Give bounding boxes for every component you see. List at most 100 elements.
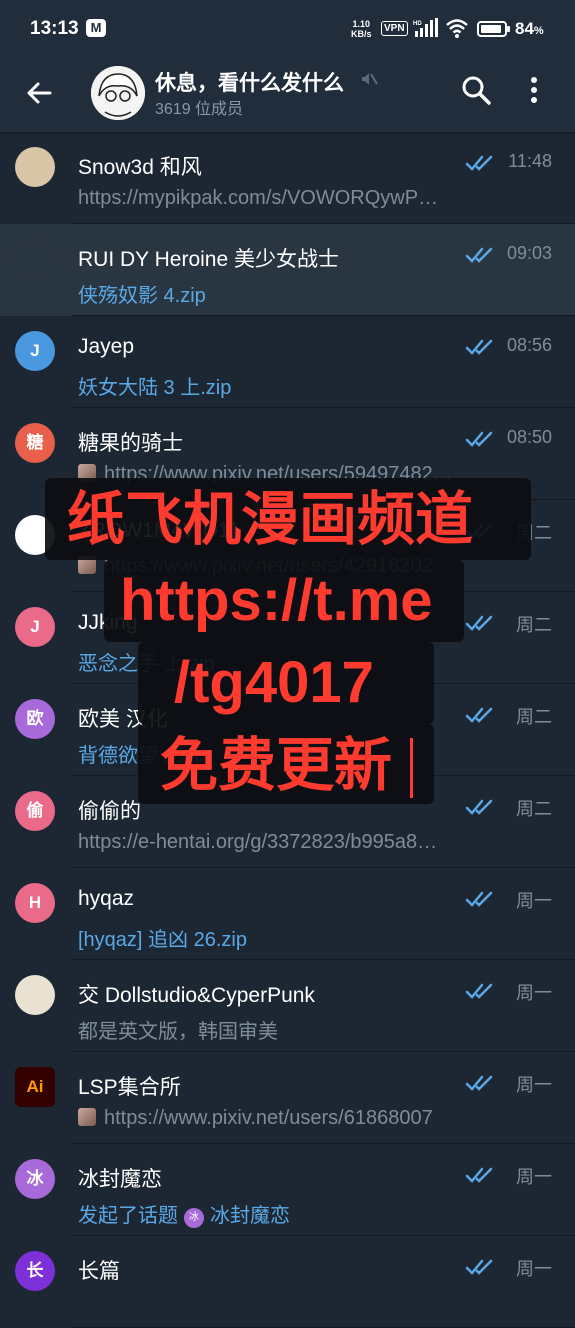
net-speed-unit: KB/s (351, 29, 372, 39)
chat-name: Jayep (78, 335, 135, 358)
chat-last-message: https://mypikpak.com/s/VOWORQywP… (78, 187, 548, 210)
chat-time: 08:50 (506, 427, 552, 447)
search-icon[interactable] (459, 73, 493, 107)
double-check-icon (465, 799, 493, 815)
double-check-icon (465, 983, 493, 999)
chat-avatar[interactable] (15, 239, 55, 279)
battery-unit: % (533, 25, 544, 37)
svg-text:HD: HD (413, 21, 422, 27)
battery-percent: 84% (515, 19, 544, 39)
chat-row[interactable]: Hhyqaz [hyqaz] 追凶 26.zip 周一 (0, 868, 575, 960)
chat-avatar[interactable]: J (15, 607, 55, 647)
chat-time: 周一 (516, 1075, 552, 1095)
chat-name: 冰封魔恋 (78, 1168, 162, 1191)
chat-avatar[interactable]: 欧 (15, 699, 55, 739)
battery-icon (477, 21, 510, 37)
chat-time: 08:56 (506, 335, 552, 355)
double-check-icon (465, 1259, 493, 1275)
chat-last-message-text: 妖女大陆 3 上.zip (78, 377, 232, 399)
chat-time: 周二 (516, 615, 552, 635)
member-count: 3619 位成员 (155, 101, 244, 118)
chat-row[interactable]: 交 Dollstudio&CyperPunk 都是英文版，韩国审美 周一 (0, 960, 575, 1052)
double-check-icon (465, 431, 493, 447)
overlay-line-1: 纸飞机漫画频道 (67, 487, 474, 552)
chat-avatar[interactable] (15, 147, 55, 187)
chat-avatar[interactable]: Ai (15, 1067, 55, 1107)
chat-last-message-text: https://www.pixiv.net/users/61868007 (104, 1107, 433, 1129)
overlay-line-2: https://t.me (120, 568, 433, 633)
chat-row[interactable]: J Jayep 妖女大陆 3 上.zip 08:56 (0, 316, 575, 408)
chat-last-message: https://e-hentai.org/g/3372823/b995a8… (78, 831, 548, 854)
double-check-icon (465, 1167, 493, 1183)
back-arrow-icon[interactable] (22, 76, 56, 110)
battery-value: 84 (515, 19, 534, 38)
net-speed-value: 1.10 (352, 19, 371, 29)
chat-row[interactable]: 冰冰封魔恋 发起了话题冰冰封魔恋 周一 (0, 1144, 575, 1236)
chat-name: RUI DY Heroine 美少女战士 (78, 248, 340, 271)
chat-time: 11:48 (508, 151, 552, 171)
double-check-icon (465, 615, 493, 631)
text-cursor (410, 738, 413, 798)
chat-avatar[interactable]: 偷 (15, 791, 55, 831)
chat-name: Snow3d 和风 (78, 156, 202, 179)
chat-name: hyqaz (78, 887, 135, 910)
chat-avatar[interactable]: 长 (15, 1251, 55, 1291)
chat-last-message-text: https://mypikpak.com/s/VOWORQywP… (78, 187, 439, 209)
overlay-line-3: /tg4017 (174, 650, 374, 715)
double-check-icon (465, 707, 493, 723)
chat-avatar[interactable]: 糖 (15, 423, 55, 463)
chat-row[interactable]: Snow3d 和风 https://mypikpak.com/s/VOWORQyw… (0, 132, 575, 224)
chat-time: 周一 (516, 1167, 552, 1187)
chat-avatar[interactable]: J (15, 331, 55, 371)
chat-time: 周一 (516, 1259, 552, 1279)
chat-header: 休息，看什么发什么 3619 位成员 (0, 58, 575, 132)
chat-name: LSP集合所 (78, 1076, 181, 1099)
chat-time: 周一 (516, 891, 552, 911)
status-bar: 13:13 M 1.10 KB/s VPN HD 84% (0, 0, 575, 58)
chat-last-message: 侠殇奴影 4.zip (78, 279, 548, 308)
chat-last-message-text: [hyqaz] 追凶 26.zip (78, 929, 247, 951)
media-thumbnail (78, 1108, 96, 1126)
chat-row[interactable]: RUI DY Heroine 美少女战士 侠殇奴影 4.zip 09:03 (0, 224, 575, 316)
topic-icon: 冰 (184, 1208, 204, 1228)
chat-last-message-text: https://e-hentai.org/g/3372823/b995a8… (78, 831, 438, 853)
chat-name: 偷偷的 (78, 800, 141, 823)
double-check-icon (465, 891, 493, 907)
more-options-icon[interactable] (520, 73, 548, 107)
signal-icon: HD (413, 18, 438, 37)
net-speed: 1.10 KB/s (351, 19, 372, 39)
chat-avatar[interactable] (15, 975, 55, 1015)
vpn-icon: VPN (381, 21, 408, 36)
chat-name: 交 Dollstudio&CyperPunk (78, 984, 315, 1007)
chat-time: 周一 (516, 983, 552, 1003)
chat-last-message: 妖女大陆 3 上.zip (78, 371, 548, 400)
wifi-icon (446, 19, 468, 38)
muted-icon (362, 73, 378, 85)
chat-row[interactable]: Ai LSP集合所 https://www.pixiv.net/users/6186… (0, 1052, 575, 1144)
status-time: 13:13 (30, 18, 79, 39)
chat-time: 09:03 (506, 243, 552, 263)
double-check-icon (465, 1075, 493, 1091)
overlay-line-4: 免费更新 (160, 733, 393, 798)
chat-avatar[interactable]: 冰 (15, 1159, 55, 1199)
chat-name: 糖果的骑士 (78, 432, 183, 455)
chat-avatar[interactable]: H (15, 883, 55, 923)
chat-time: 周二 (516, 707, 552, 727)
chat-last-message-text: 都是英文版，韩国审美 (78, 1021, 278, 1043)
chat-last-message: 都是英文版，韩国审美 (78, 1015, 548, 1044)
topic-name: 冰封魔恋 (210, 1205, 290, 1227)
double-check-icon (465, 155, 493, 171)
chat-last-message: https://www.pixiv.net/users/61868007 (78, 1107, 548, 1130)
chat-last-message: [hyqaz] 追凶 26.zip (78, 923, 548, 952)
group-avatar[interactable] (91, 66, 145, 120)
mail-notification-icon: M (86, 19, 106, 37)
chat-time: 周二 (516, 799, 552, 819)
chat-last-message: 发起了话题冰冰封魔恋 (78, 1199, 548, 1228)
chat-row[interactable]: 长长篇 周一 (0, 1236, 575, 1328)
group-title[interactable]: 休息，看什么发什么 (155, 67, 344, 97)
chat-last-message-text: 发起了话题 (78, 1205, 178, 1227)
double-check-icon (465, 247, 493, 263)
chat-name: 长篇 (78, 1260, 120, 1283)
double-check-icon (465, 339, 493, 355)
chat-last-message-text: 侠殇奴影 4.zip (78, 285, 206, 307)
